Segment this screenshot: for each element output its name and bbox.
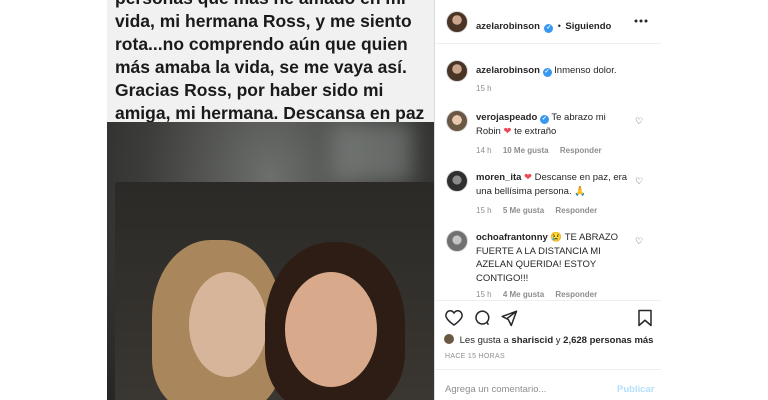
- comment-likes[interactable]: 4 Me gusta: [503, 290, 544, 299]
- reply-button[interactable]: Responder: [555, 206, 597, 215]
- action-bar: [435, 300, 661, 336]
- person-left-face: [189, 272, 267, 377]
- post-photo: [107, 122, 434, 400]
- post-header: azelarobinson ✓ • Siguiendo: [435, 0, 661, 44]
- red-heart-emoji: ❤: [503, 125, 512, 137]
- author-username[interactable]: azelarobinson: [476, 21, 540, 32]
- verified-badge-icon: ✓: [544, 24, 554, 33]
- reply-button[interactable]: Responder: [560, 146, 602, 155]
- comment-text-after: te extraño: [514, 125, 557, 137]
- bookmark-icon[interactable]: [637, 309, 653, 332]
- verified-badge-icon: ✓: [542, 68, 552, 77]
- likes-summary: Les gusta a shariscid y 2,628 personas m…: [444, 334, 653, 346]
- publish-button[interactable]: Publicar: [617, 384, 655, 395]
- comment-time: 15 h: [476, 84, 492, 93]
- crying-face-emoji: 😢: [550, 232, 563, 243]
- comment-body: ochoafrantonny 😢 TE ABRAZO FUERTE A LA D…: [476, 231, 631, 285]
- comment-avatar[interactable]: [446, 110, 468, 132]
- red-heart-emoji: ❤: [524, 172, 533, 183]
- comment-meta: 15 h 5 Me gusta Responder: [476, 206, 606, 215]
- comment-avatar[interactable]: [446, 60, 468, 82]
- comment-body: azelarobinson ✓ Inmenso dolor.: [476, 64, 651, 78]
- comment-username[interactable]: ochoafrantonny: [476, 232, 548, 243]
- separator-dot: •: [557, 21, 561, 31]
- comment-input[interactable]: Agrega un comentario...: [445, 384, 546, 395]
- comment-like-heart-icon[interactable]: ♡: [635, 116, 643, 127]
- comment-username[interactable]: azelarobinson: [476, 65, 540, 76]
- comment-body: moren_ita ❤ Descanse en paz, era una bel…: [476, 171, 631, 198]
- comment-likes[interactable]: 5 Me gusta: [503, 206, 544, 215]
- comment-meta: 15 h: [476, 84, 501, 93]
- comment-username[interactable]: moren_ita: [476, 172, 521, 183]
- add-comment-bar: Agrega un comentario... Publicar: [435, 369, 661, 400]
- author-avatar[interactable]: [446, 11, 468, 33]
- comment-time: 15 h: [476, 206, 492, 215]
- comment-meta: 15 h 4 Me gusta Responder: [476, 290, 606, 299]
- comment-avatar[interactable]: [446, 170, 468, 192]
- likes-middle: y: [555, 335, 561, 346]
- comment-username[interactable]: verojaspeado: [476, 112, 537, 123]
- comment-time: 15 h: [476, 290, 492, 299]
- photo-light-glare: [332, 122, 412, 182]
- comments-panel: azelarobinson ✓ • Siguiendo azelarobinso…: [435, 0, 661, 400]
- post-media: personas que más he amado en mi vida, mi…: [107, 0, 434, 400]
- comment-like-heart-icon[interactable]: ♡: [635, 176, 643, 187]
- person-right-face: [285, 272, 377, 387]
- more-horizontal-icon[interactable]: [633, 14, 649, 26]
- comment-likes[interactable]: 10 Me gusta: [503, 146, 549, 155]
- comment-icon[interactable]: [473, 309, 491, 332]
- likes-count[interactable]: 2,628 personas más: [563, 335, 653, 346]
- header-info: azelarobinson ✓ • Siguiendo: [476, 16, 611, 34]
- comment-text: Inmenso dolor.: [554, 65, 617, 76]
- reply-button[interactable]: Responder: [555, 290, 597, 299]
- liker-username[interactable]: shariscid: [511, 335, 553, 346]
- comment-time: 14 h: [476, 146, 492, 155]
- post-timestamp[interactable]: HACE 15 HORAS: [445, 353, 505, 360]
- comment-body: verojaspeado ✓ Te abrazo mi Robin ❤ te e…: [476, 111, 631, 138]
- post-caption-image-text: personas que más he amado en mi vida, mi…: [107, 0, 434, 146]
- verified-badge-icon: ✓: [539, 115, 549, 124]
- comment-avatar[interactable]: [446, 230, 468, 252]
- likes-prefix: Les gusta a: [459, 335, 509, 346]
- share-icon[interactable]: [500, 309, 518, 332]
- praying-hands-emoji: 🙏: [574, 185, 587, 197]
- heart-icon[interactable]: [445, 309, 463, 331]
- page-background-right: [661, 0, 768, 400]
- comment-meta: 14 h 10 Me gusta Responder: [476, 146, 611, 155]
- following-button[interactable]: Siguiendo: [565, 21, 611, 32]
- comment-like-heart-icon[interactable]: ♡: [635, 236, 643, 247]
- liker-avatar: [444, 334, 454, 344]
